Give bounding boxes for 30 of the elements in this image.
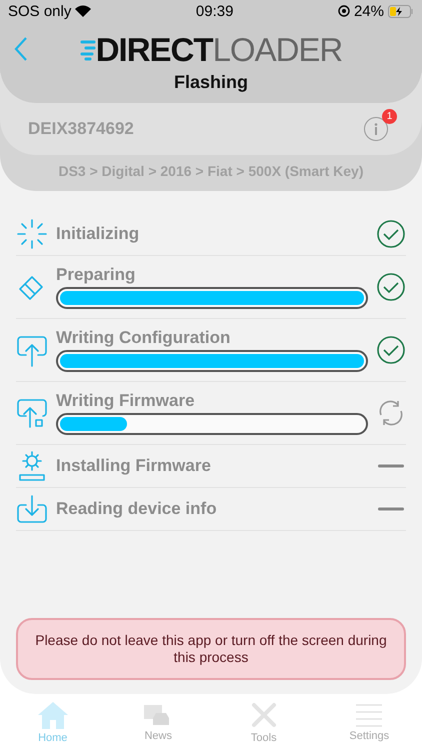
step-label: Installing Firmware <box>56 456 212 476</box>
battery-icon <box>388 4 414 18</box>
rotation-lock-icon <box>338 5 350 17</box>
tab-bar-item[interactable]: Home <box>18 699 88 745</box>
clock-text: 09:39 <box>196 2 234 20</box>
battery-percent: 24% <box>354 2 384 20</box>
notification-badge: 1 <box>382 109 397 124</box>
step-label: Preparing <box>56 265 136 285</box>
carrier-text: SOS only <box>8 2 72 20</box>
step-label: Initializing <box>56 224 140 244</box>
menu-icon <box>354 702 384 728</box>
home-icon <box>36 700 70 730</box>
upload-chip-icon <box>16 396 48 430</box>
tab-bar-item[interactable]: Settings <box>334 701 404 743</box>
speed-lines-icon <box>80 38 96 62</box>
step-label: Writing Configuration <box>56 328 232 348</box>
warning-message: Please do not leave this app or turn off the screen during this process <box>16 618 406 680</box>
upload-icon <box>16 333 48 367</box>
tab-bar-item[interactable]: News <box>123 701 194 743</box>
wifi-icon <box>75 5 92 17</box>
logo-text: DIRECT <box>96 31 213 69</box>
info-icon <box>374 123 378 135</box>
spinner-icon <box>16 218 48 250</box>
tab-bar-item[interactable]: Tools <box>228 699 299 745</box>
device-serial: DEIX3874692 <box>28 119 134 139</box>
download-icon <box>16 493 48 525</box>
logo-text: LOADER <box>212 31 342 69</box>
step-label: Writing Firmware <box>56 391 196 411</box>
page-title: Flashing <box>172 72 249 93</box>
step-label: Reading device info <box>56 499 218 519</box>
